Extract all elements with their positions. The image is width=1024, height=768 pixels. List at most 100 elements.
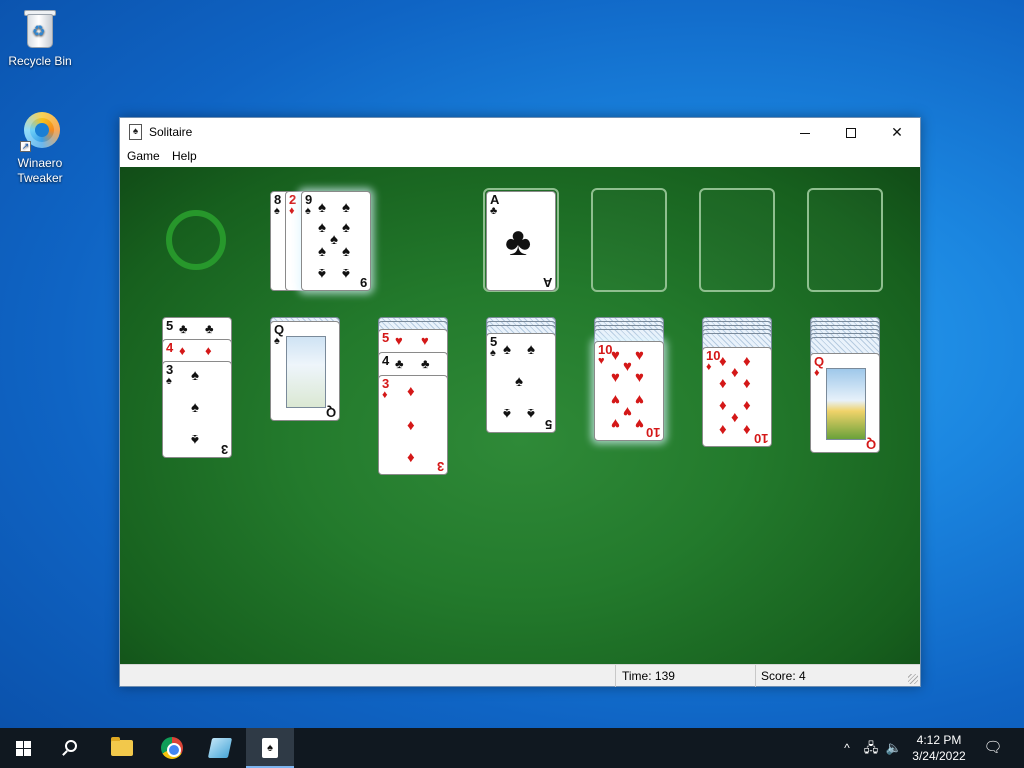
card-rank-bottom: 10	[753, 431, 768, 446]
clock-date: 3/24/2022	[912, 749, 966, 763]
start-button[interactable]	[0, 728, 48, 768]
card-rank: 4	[382, 353, 390, 368]
recycle-bin-icon: ♻	[20, 8, 60, 50]
card-suit: ♦	[382, 389, 388, 401]
stock-recycle-ring[interactable]	[166, 210, 226, 270]
spade-pip-icon: ♠	[342, 243, 350, 260]
club-icon: ♣	[205, 321, 214, 336]
heart-pip-icon: ♥	[611, 391, 620, 408]
spade-pip-icon: ♠	[330, 231, 338, 248]
diamond-pip-icon: ♦	[719, 397, 727, 414]
card-suit: ♦	[289, 205, 295, 217]
club-icon: ♣	[505, 220, 532, 264]
card-rank-bottom: 3	[436, 459, 444, 474]
card-suit: ♠	[305, 205, 311, 217]
menu-bar: Game Help	[120, 146, 920, 167]
spade-pip-icon: ♠	[318, 265, 326, 282]
foundation-slot-3[interactable]	[699, 188, 775, 292]
card-suit: ♠	[490, 347, 496, 359]
show-hidden-icons-chevron-icon[interactable]: ^	[840, 728, 854, 768]
winaero-tweaker-label: Winaero Tweaker	[17, 156, 63, 185]
maximize-button[interactable]	[828, 118, 874, 146]
club-icon: ♣	[421, 356, 430, 371]
menu-help[interactable]: Help	[172, 149, 197, 163]
solitaire-taskbar-button[interactable]: ♠	[246, 728, 294, 768]
tableau-card[interactable]: 10 ♦ ♦ ♦ ♦ ♦ ♦ ♦ ♦ ♦ ♦ ♦ 10	[702, 347, 772, 447]
solitaire-app-icon[interactable]: ♠	[129, 124, 142, 140]
spade-pip-icon: ♠	[342, 265, 350, 282]
queen-face-art	[826, 368, 866, 440]
diamond-pip-icon: ♦	[407, 449, 415, 466]
tableau-card[interactable]: Q ♦ Q	[810, 353, 880, 453]
clock-time: 4:12 PM	[916, 733, 962, 747]
spade-pip-icon: ♠	[318, 199, 326, 216]
club-icon: ♣	[395, 356, 404, 371]
spade-pip-icon: ♠	[342, 199, 350, 216]
score-value: 4	[799, 669, 806, 683]
solitaire-icon: ♠	[262, 738, 278, 758]
game-board: 8 ♠ 2 ♦ 9 ♠ ♠ ♠ ♠ ♠ ♠ ♠ ♠ ♠ ♠ 9 A ♣ ♣ A	[120, 167, 920, 664]
card-rank-bottom: Q	[865, 437, 876, 452]
menu-game[interactable]: Game	[127, 149, 160, 163]
time-display: Time: 139	[615, 665, 755, 687]
minimize-button[interactable]	[782, 118, 828, 146]
diamond-pip-icon: ♦	[719, 421, 727, 438]
card-rank: 5	[382, 330, 390, 345]
card-suit: ♠	[274, 205, 280, 217]
foundation-slot-2[interactable]	[591, 188, 667, 292]
heart-pip-icon: ♥	[635, 415, 644, 432]
card-rank-bottom: 10	[645, 425, 660, 440]
tableau-card[interactable]: 10 ♥ ♥ ♥ ♥ ♥ ♥ ♥ ♥ ♥ ♥ ♥ 10	[594, 341, 664, 441]
tableau-card[interactable]: 5 ♠ ♠ ♠ ♠ ♠ ♠ 5	[486, 333, 556, 433]
spade-pip-icon: ♠	[527, 341, 535, 358]
spade-pip-icon: ♠	[191, 431, 199, 448]
heart-pip-icon: ♥	[611, 347, 620, 364]
time-label: Time:	[622, 669, 652, 683]
chrome-button[interactable]	[148, 728, 196, 768]
recycle-bin-shortcut[interactable]: ♻ Recycle Bin	[2, 8, 78, 69]
recycle-bin-label: Recycle Bin	[8, 54, 72, 68]
diamond-icon: ♦	[205, 343, 212, 358]
score-label: Score:	[761, 669, 796, 683]
spade-pip-icon: ♠	[191, 399, 199, 416]
card-suit: ♦	[814, 367, 820, 379]
close-button[interactable]: ✕	[874, 118, 920, 146]
foundation-card-ace-clubs[interactable]: A ♣ ♣ A	[486, 191, 556, 291]
diamond-pip-icon: ♦	[743, 375, 751, 392]
heart-pip-icon: ♥	[635, 369, 644, 386]
action-center-icon[interactable]: 🗨	[976, 728, 1010, 768]
card-rank-bottom: A	[542, 275, 552, 290]
card-rank-bottom: 9	[359, 275, 367, 290]
minimize-icon	[800, 132, 810, 134]
network-icon[interactable]: 🖧	[861, 728, 881, 768]
close-icon: ✕	[891, 124, 903, 140]
card-suit: ♣	[490, 205, 498, 217]
spade-pip-icon: ♠	[342, 219, 350, 236]
windows-logo-icon	[16, 741, 32, 756]
resize-grip-icon[interactable]	[908, 674, 918, 684]
spade-pip-icon: ♠	[527, 405, 535, 422]
heart-icon: ♥	[421, 333, 429, 348]
volume-icon[interactable]: 🔈	[884, 728, 904, 768]
heart-pip-icon: ♥	[611, 415, 620, 432]
tableau-card[interactable]: 3 ♦ ♦ ♦ ♦ 3	[378, 375, 448, 475]
tableau-card[interactable]: Q ♠ Q	[270, 321, 340, 421]
heart-pip-icon: ♥	[611, 369, 620, 386]
spade-pip-icon: ♠	[503, 405, 511, 422]
winaero-tweaker-shortcut[interactable]: ↗ Winaero Tweaker	[2, 110, 78, 186]
spade-pip-icon: ♠	[318, 219, 326, 236]
tableau-card[interactable]: 3 ♠ ♠ ♠ ♠ 3	[162, 361, 232, 458]
diamond-pip-icon: ♦	[719, 353, 727, 370]
search-icon	[65, 740, 77, 752]
foundation-slot-4[interactable]	[807, 188, 883, 292]
search-button[interactable]	[48, 728, 96, 768]
queen-face-art	[286, 336, 326, 408]
file-explorer-button[interactable]	[98, 728, 146, 768]
waste-top-card[interactable]: 9 ♠ ♠ ♠ ♠ ♠ ♠ ♠ ♠ ♠ ♠ 9	[301, 191, 371, 291]
time-value: 139	[654, 669, 675, 683]
title-bar[interactable]: ♠ Solitaire ✕	[120, 118, 920, 146]
winaero-tweaker-button[interactable]	[196, 728, 244, 768]
diamond-pip-icon: ♦	[719, 375, 727, 392]
solitaire-window: ♠ Solitaire ✕ Game Help 8 ♠ 2 ♦ 9 ♠ ♠ ♠ …	[119, 117, 921, 687]
system-clock[interactable]: 4:12 PM 3/24/2022	[906, 732, 972, 764]
